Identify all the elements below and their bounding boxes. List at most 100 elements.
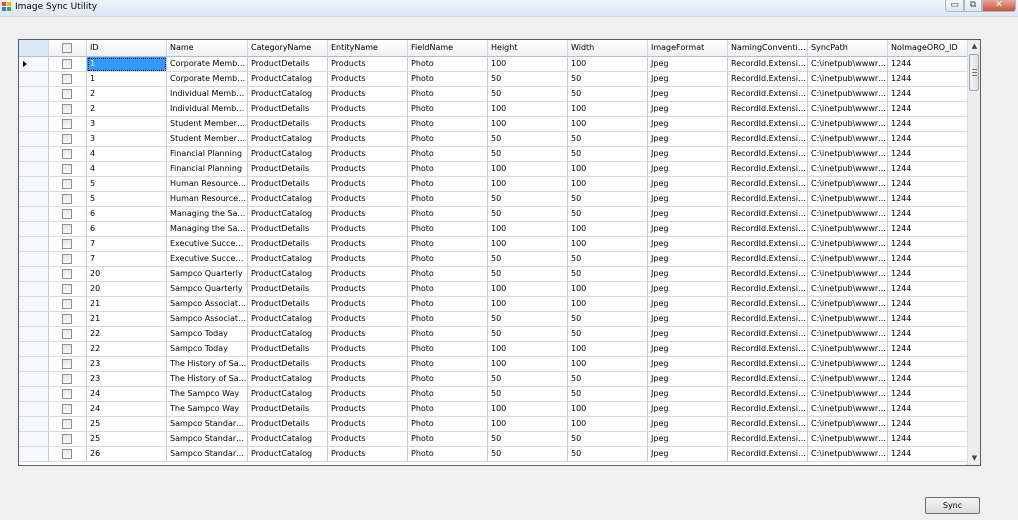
row-checkbox[interactable] (62, 59, 72, 69)
cell-image-format[interactable]: Jpeg (648, 372, 728, 387)
column-header-category-name[interactable]: CategoryName (248, 40, 328, 56)
cell-naming-convention[interactable]: RecordId.Extension (728, 192, 808, 207)
cell-image-format[interactable]: Jpeg (648, 207, 728, 222)
cell-name[interactable]: Corporate Member... (167, 72, 248, 87)
cell-category-name[interactable]: ProductCatalog (248, 372, 328, 387)
row-checkbox[interactable] (62, 329, 72, 339)
table-row[interactable]: 20 Sampco Quarterly ProductDetails Products… (19, 282, 968, 297)
cell-naming-convention[interactable]: RecordId.Extension (728, 237, 808, 252)
sync-button[interactable]: Sync (925, 497, 980, 514)
row-header[interactable] (19, 267, 49, 282)
cell-name[interactable]: Managing the Sam... (167, 222, 248, 237)
cell-entity-name[interactable]: Products (328, 417, 408, 432)
row-checkbox[interactable] (62, 194, 72, 204)
row-header[interactable] (19, 372, 49, 387)
cell-name[interactable]: Human Resources... (167, 177, 248, 192)
row-checkbox[interactable] (62, 344, 72, 354)
cell-field-name[interactable]: Photo (408, 132, 488, 147)
cell-height[interactable]: 100 (488, 402, 568, 417)
cell-category-name[interactable]: ProductCatalog (248, 267, 328, 282)
cell-width[interactable]: 50 (568, 192, 648, 207)
cell-no-image-oro-id[interactable]: 1244 (888, 207, 968, 222)
cell-entity-name[interactable]: Products (328, 387, 408, 402)
row-header[interactable] (19, 72, 49, 87)
cell-entity-name[interactable]: Products (328, 117, 408, 132)
cell-id[interactable]: 25 (87, 432, 167, 447)
cell-id[interactable]: 20 (87, 282, 167, 297)
cell-name[interactable]: Financial Planning (167, 147, 248, 162)
table-row[interactable]: 4 Financial Planning ProductCatalog Product… (19, 147, 968, 162)
row-header[interactable] (19, 417, 49, 432)
row-checkbox[interactable] (62, 104, 72, 114)
cell-entity-name[interactable]: Products (328, 342, 408, 357)
cell-id[interactable]: 7 (87, 252, 167, 267)
cell-field-name[interactable]: Photo (408, 237, 488, 252)
cell-id[interactable]: 25 (87, 417, 167, 432)
cell-field-name[interactable]: Photo (408, 342, 488, 357)
column-header-sync-path[interactable]: SyncPath (808, 40, 888, 56)
cell-height[interactable]: 50 (488, 147, 568, 162)
cell-name[interactable]: Sampco Associati... (167, 297, 248, 312)
cell-id[interactable]: 20 (87, 267, 167, 282)
cell-image-format[interactable]: Jpeg (648, 222, 728, 237)
cell-category-name[interactable]: ProductDetails (248, 237, 328, 252)
row-checkbox[interactable] (62, 434, 72, 444)
cell-entity-name[interactable]: Products (328, 447, 408, 462)
cell-naming-convention[interactable]: RecordId.Extension (728, 372, 808, 387)
cell-height[interactable]: 50 (488, 132, 568, 147)
cell-field-name[interactable]: Photo (408, 432, 488, 447)
cell-category-name[interactable]: ProductCatalog (248, 72, 328, 87)
column-header-width[interactable]: Width (568, 40, 648, 56)
row-header[interactable] (19, 177, 49, 192)
cell-name[interactable]: Sampco Today (167, 327, 248, 342)
table-row[interactable]: 3 Student Membership ProductDetails Product… (19, 117, 968, 132)
cell-image-format[interactable]: Jpeg (648, 267, 728, 282)
cell-width[interactable]: 100 (568, 102, 648, 117)
cell-no-image-oro-id[interactable]: 1244 (888, 177, 968, 192)
row-checkbox[interactable] (62, 164, 72, 174)
cell-sync-path[interactable]: C:\inetpub\wwwro... (808, 162, 888, 177)
cell-width[interactable]: 100 (568, 222, 648, 237)
cell-field-name[interactable]: Photo (408, 57, 488, 72)
cell-no-image-oro-id[interactable]: 1244 (888, 402, 968, 417)
cell-naming-convention[interactable]: RecordId.Extension (728, 222, 808, 237)
cell-id[interactable]: 3 (87, 132, 167, 147)
cell-width[interactable]: 100 (568, 117, 648, 132)
cell-image-format[interactable]: Jpeg (648, 132, 728, 147)
table-row[interactable]: 5 Human Resources... ProductCatalog Product… (19, 192, 968, 207)
row-checkbox[interactable] (62, 224, 72, 234)
cell-height[interactable]: 100 (488, 357, 568, 372)
cell-image-format[interactable]: Jpeg (648, 432, 728, 447)
cell-image-format[interactable]: Jpeg (648, 312, 728, 327)
cell-no-image-oro-id[interactable]: 1244 (888, 447, 968, 462)
row-checkbox[interactable] (62, 314, 72, 324)
row-header[interactable] (19, 132, 49, 147)
cell-height[interactable]: 100 (488, 117, 568, 132)
cell-naming-convention[interactable]: RecordId.Extension (728, 147, 808, 162)
cell-category-name[interactable]: ProductCatalog (248, 87, 328, 102)
cell-id[interactable]: 23 (87, 372, 167, 387)
column-header-image-format[interactable]: ImageFormat (648, 40, 728, 56)
row-checkbox[interactable] (62, 269, 72, 279)
cell-naming-convention[interactable]: RecordId.Extension (728, 447, 808, 462)
cell-height[interactable]: 100 (488, 162, 568, 177)
row-header[interactable] (19, 402, 49, 417)
column-header-height[interactable]: Height (488, 40, 568, 56)
cell-name[interactable]: The Sampco Way (167, 402, 248, 417)
cell-name[interactable]: Individual Member... (167, 102, 248, 117)
cell-category-name[interactable]: ProductDetails (248, 177, 328, 192)
cell-image-format[interactable]: Jpeg (648, 252, 728, 267)
cell-width[interactable]: 100 (568, 177, 648, 192)
cell-height[interactable]: 50 (488, 192, 568, 207)
cell-entity-name[interactable]: Products (328, 372, 408, 387)
cell-image-format[interactable]: Jpeg (648, 147, 728, 162)
cell-name[interactable]: Sampco Standard... (167, 432, 248, 447)
table-row[interactable]: 20 Sampco Quarterly ProductCatalog Products… (19, 267, 968, 282)
cell-height[interactable]: 50 (488, 312, 568, 327)
cell-field-name[interactable]: Photo (408, 117, 488, 132)
cell-id[interactable]: 21 (87, 297, 167, 312)
row-header[interactable] (19, 147, 49, 162)
cell-name[interactable]: Corporate Member... (167, 57, 248, 72)
cell-sync-path[interactable]: C:\inetpub\wwwro... (808, 252, 888, 267)
cell-id[interactable]: 4 (87, 147, 167, 162)
